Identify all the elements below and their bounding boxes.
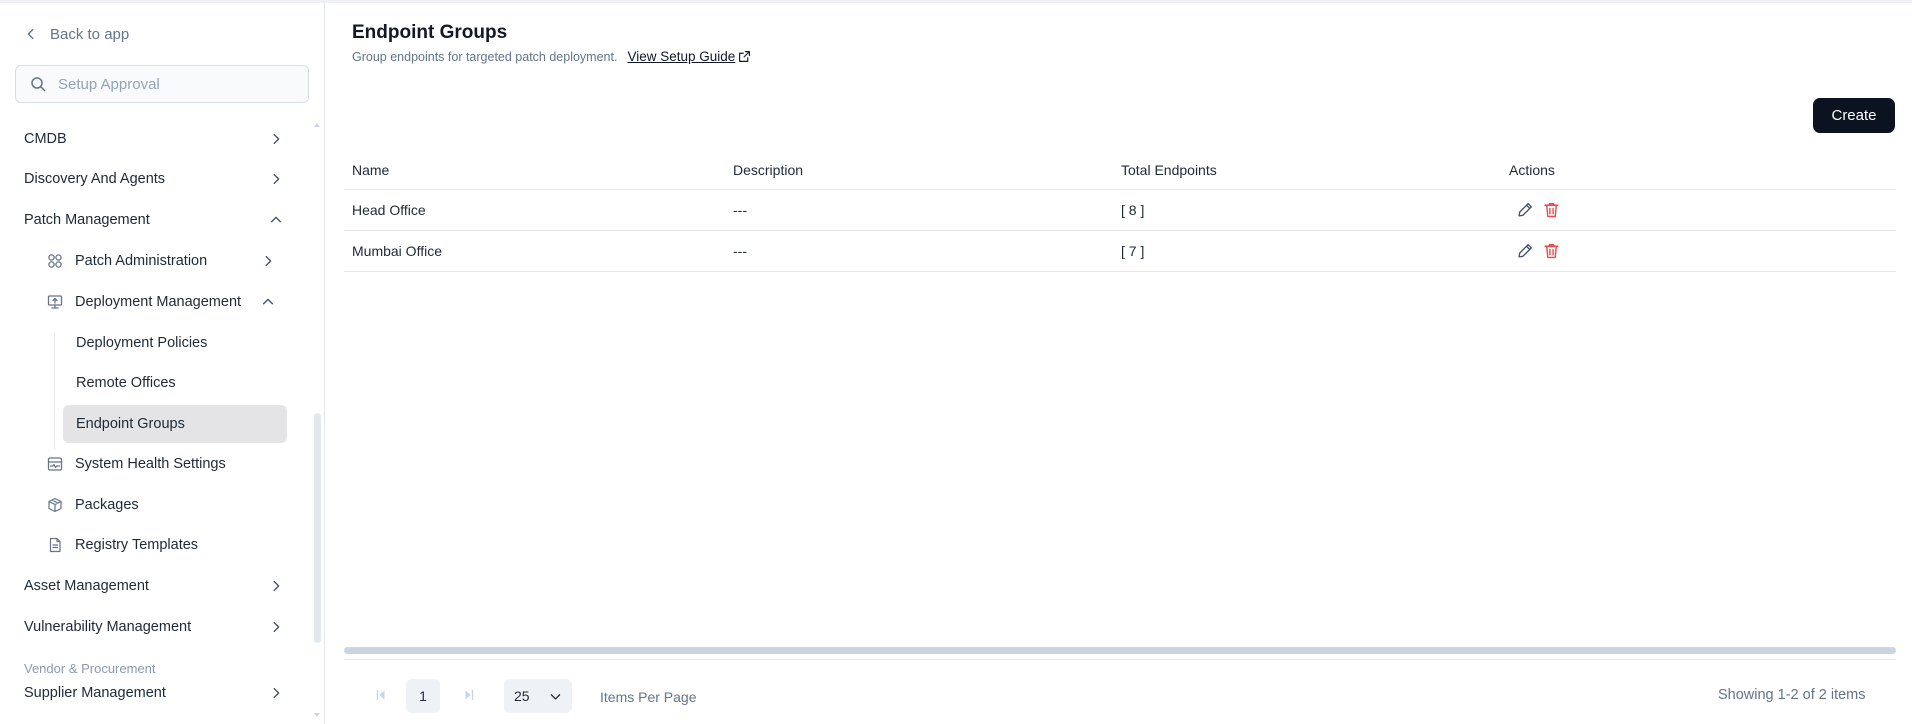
sidebar-item-patch-management[interactable]: Patch Management	[24, 207, 286, 233]
monitor-upload-icon	[47, 295, 63, 309]
edit-pencil-icon[interactable]	[1517, 201, 1534, 218]
sidebar-item-label: Patch Management	[24, 212, 150, 228]
subtitle-text: Group endpoints for targeted patch deplo…	[352, 49, 618, 64]
sidebar-item-discovery[interactable]: Discovery And Agents	[24, 166, 286, 192]
sidebar-item-label: Patch Administration	[75, 253, 208, 269]
sidebar-item-cmdb[interactable]: CMDB	[24, 126, 286, 152]
main-content: Endpoint Groups Group endpoints for targ…	[326, 3, 1912, 724]
create-button[interactable]: Create	[1813, 98, 1895, 133]
sidebar-item-asset-management[interactable]: Asset Management	[24, 573, 286, 599]
sidebar-item-label: Packages	[75, 497, 139, 513]
cell-name: Head Office	[352, 202, 426, 218]
delete-trash-icon[interactable]	[1543, 242, 1560, 259]
edit-pencil-icon[interactable]	[1517, 242, 1534, 259]
sidebar-item-deployment-management[interactable]: Deployment Management	[47, 289, 285, 315]
sidebar-item-label: Asset Management	[24, 578, 149, 594]
sidebar-item-label: Vulnerability Management	[24, 619, 192, 635]
items-per-page-label: Items Per Page	[600, 689, 697, 705]
sidebar-nav: CMDB Discovery And Agents Patch Manageme…	[0, 118, 310, 718]
guide-label: View Setup Guide	[627, 49, 736, 64]
sidebar-item-packages[interactable]: Packages	[47, 492, 285, 518]
cell-total-endpoints: [ 7 ]	[1121, 243, 1145, 259]
cell-name: Mumbai Office	[352, 243, 442, 259]
cell-description: ---	[733, 202, 747, 218]
tree-guide-line	[54, 334, 55, 449]
chevron-right-icon	[273, 580, 280, 592]
pagination-summary: Showing 1-2 of 2 items	[1718, 687, 1866, 703]
sidebar-item-supplier-management[interactable]: Supplier Management	[24, 680, 286, 706]
external-link-icon	[739, 51, 751, 62]
chevron-right-icon	[273, 687, 280, 699]
sidebar-item-label: Endpoint Groups	[76, 416, 185, 432]
sidebar-item-label: CMDB	[24, 131, 67, 147]
sidebar-scrollbar-thumb[interactable]	[314, 413, 321, 643]
sidebar: Back to app CMDB Discovery And Agents Pa…	[0, 3, 325, 724]
chevron-right-icon	[273, 173, 280, 185]
sidebar-item-registry-templates[interactable]: Registry Templates	[47, 532, 285, 558]
last-page-button[interactable]	[454, 679, 484, 711]
chevron-left-icon	[27, 28, 34, 40]
chevron-right-icon	[265, 255, 272, 267]
chevron-up-icon	[270, 216, 282, 223]
per-page-value: 25	[514, 688, 530, 704]
chevron-right-icon	[273, 133, 280, 145]
delete-trash-icon[interactable]	[1543, 201, 1560, 218]
sidebar-item-label: Remote Offices	[76, 375, 176, 391]
cell-description: ---	[733, 243, 747, 259]
column-header-total-endpoints[interactable]: Total Endpoints	[1121, 162, 1217, 178]
sidebar-item-vulnerability-management[interactable]: Vulnerability Management	[24, 614, 286, 640]
package-icon	[48, 497, 62, 513]
items-per-page-select[interactable]: 25	[504, 679, 572, 713]
sidebar-item-label: System Health Settings	[75, 456, 226, 472]
section-label-vendor: Vendor & Procurement	[24, 661, 156, 676]
back-to-app-link[interactable]: Back to app	[24, 22, 129, 46]
row-actions	[1517, 201, 1560, 218]
chevron-right-icon	[273, 621, 280, 633]
column-header-name[interactable]: Name	[352, 162, 389, 178]
grid-icon	[48, 254, 62, 268]
table-row[interactable]: Mumbai Office --- [ 7 ]	[344, 231, 1896, 272]
table-header: Name Description Total Endpoints Actions	[344, 154, 1896, 190]
sidebar-search[interactable]	[15, 65, 309, 103]
chevron-down-icon	[550, 694, 561, 700]
search-input[interactable]	[58, 75, 288, 93]
sidebar-item-label: Supplier Management	[24, 685, 166, 701]
page-title: Endpoint Groups	[352, 22, 508, 43]
sidebar-item-remote-offices[interactable]: Remote Offices	[63, 364, 287, 402]
table-row[interactable]: Head Office --- [ 8 ]	[344, 190, 1896, 231]
column-header-actions: Actions	[1509, 162, 1555, 178]
page-number-button[interactable]: 1	[406, 679, 440, 713]
cell-total-endpoints: [ 8 ]	[1121, 202, 1145, 218]
sidebar-item-system-health-settings[interactable]: System Health Settings	[47, 451, 285, 477]
column-header-description[interactable]: Description	[733, 162, 803, 178]
sidebar-item-deployment-policies[interactable]: Deployment Policies	[63, 324, 287, 362]
row-actions	[1517, 242, 1560, 259]
footer-divider	[344, 659, 1896, 660]
document-icon	[49, 537, 61, 553]
sidebar-item-label: Discovery And Agents	[24, 171, 166, 187]
endpoint-groups-table: Name Description Total Endpoints Actions…	[344, 154, 1896, 272]
sidebar-item-label: Deployment Policies	[76, 335, 208, 351]
health-panel-icon	[47, 457, 63, 471]
scroll-up-arrow-icon[interactable]	[313, 121, 321, 129]
scroll-down-arrow-icon[interactable]	[313, 711, 321, 719]
table-horizontal-scrollbar[interactable]	[344, 647, 1896, 654]
page-subtitle: Group endpoints for targeted patch deplo…	[352, 49, 751, 64]
sidebar-item-patch-administration[interactable]: Patch Administration	[47, 248, 285, 274]
search-icon	[31, 77, 46, 92]
view-setup-guide-link[interactable]: View Setup Guide	[627, 49, 751, 64]
sidebar-item-label: Registry Templates	[75, 537, 199, 553]
skip-last-icon	[465, 689, 474, 701]
first-page-button[interactable]	[366, 679, 396, 711]
skip-first-icon	[376, 689, 385, 701]
sidebar-item-label: Deployment Management	[75, 294, 242, 310]
sidebar-item-endpoint-groups[interactable]: Endpoint Groups	[63, 405, 287, 443]
back-label: Back to app	[50, 25, 130, 43]
chevron-up-icon	[262, 298, 274, 305]
